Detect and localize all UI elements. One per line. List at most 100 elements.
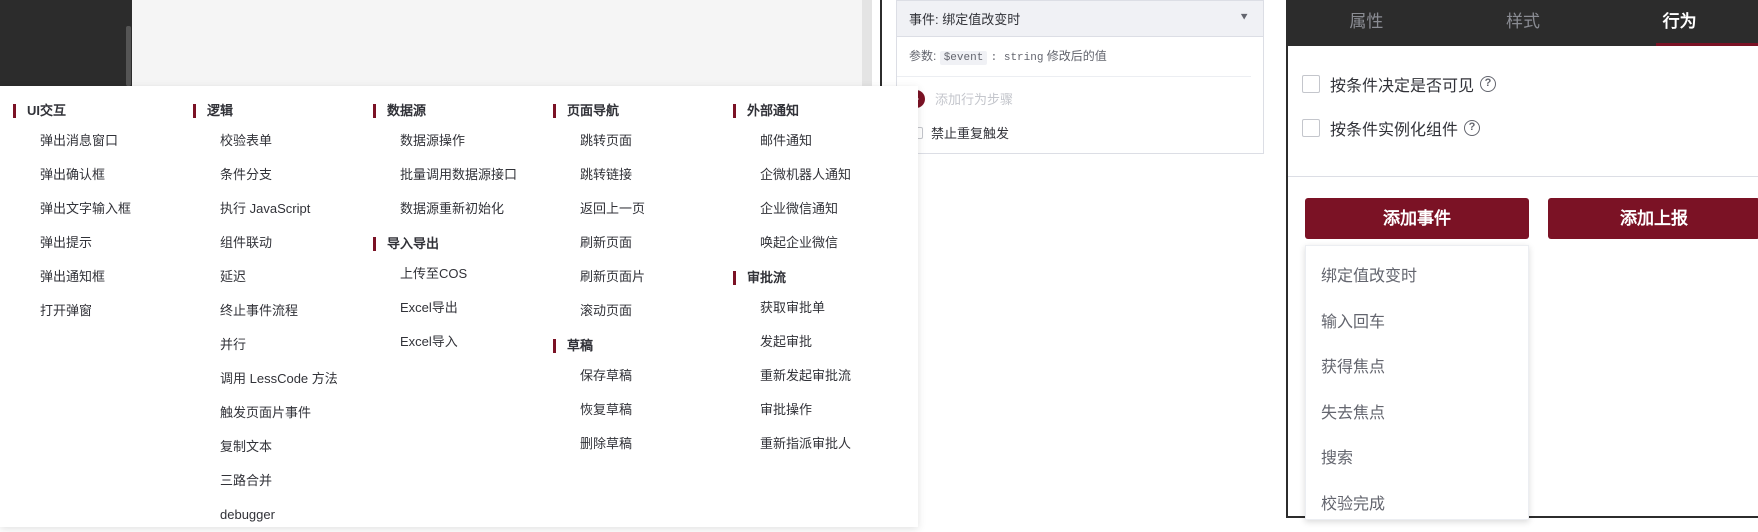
menu-item[interactable]: 弹出提示 [13, 226, 189, 260]
menu-item[interactable]: 删除草稿 [553, 427, 729, 461]
menu-item[interactable]: 滚动页面 [553, 294, 729, 328]
menu-item[interactable]: Excel导入 [373, 325, 549, 359]
option-instantiate[interactable]: 按条件实例化组件 ? [1302, 116, 1481, 140]
menu-group-title: 草稿 [553, 336, 729, 356]
menu-group: 页面导航跳转页面 跳转链接 返回上一页 刷新页面 刷新页面片 滚动页面 [553, 101, 729, 328]
tab-behavior[interactable]: 行为 [1601, 0, 1758, 46]
event-option[interactable]: 获得焦点 [1306, 345, 1528, 391]
menu-item[interactable]: Excel导出 [373, 291, 549, 325]
chevron-double-down-icon[interactable]: ⯆ [1239, 10, 1249, 25]
menu-item[interactable]: 组件联动 [193, 226, 369, 260]
divider [1288, 176, 1758, 177]
event-option[interactable]: 校验完成 [1306, 482, 1528, 528]
instantiate-checkbox[interactable] [1302, 119, 1320, 137]
event-option[interactable]: 失去焦点 [1306, 391, 1528, 437]
canvas-area [132, 0, 862, 86]
menu-item[interactable]: 弹出文字输入框 [13, 192, 189, 226]
menu-item[interactable]: 条件分支 [193, 158, 369, 192]
menu-item[interactable]: 企微机器人通知 [733, 158, 909, 192]
menu-column: 外部通知 邮件通知 企微机器人通知 企业微信通知 唤起企业微信 审批流 获取审批单 发起审批重… [733, 86, 909, 461]
sidebar-dark [0, 0, 132, 86]
event-card-header[interactable]: 事件: 绑定值改变时 ⯆ [897, 1, 1263, 37]
canvas-scrollbar-track[interactable] [862, 0, 872, 86]
param-type: : string [990, 52, 1044, 64]
event-option[interactable]: 搜索 [1306, 436, 1528, 482]
menu-item[interactable]: 审批操作 [733, 393, 909, 427]
menu-item[interactable]: 跳转页面 [553, 124, 729, 158]
menu-item[interactable]: 上传至COS [373, 257, 549, 291]
visible-checkbox[interactable] [1302, 75, 1320, 93]
menu-item[interactable]: 弹出通知框 [13, 260, 189, 294]
menu-item[interactable]: 返回上一页 [553, 192, 729, 226]
menu-item[interactable]: 刷新页面片 [553, 260, 729, 294]
menu-column: 页面导航跳转页面 跳转链接 返回上一页 刷新页面 刷新页面片 滚动页面草稿保存草稿 恢复草稿… [553, 86, 729, 461]
param-desc: 修改后的值 [1046, 49, 1107, 63]
menu-item[interactable]: 并行 [193, 328, 369, 362]
menu-group: 外部通知 邮件通知 企微机器人通知 企业微信通知 唤起企业微信 [733, 101, 909, 260]
menu-item[interactable]: 复制文本 [193, 430, 369, 464]
menu-group: 审批流获取审批单 发起审批 重新发起审批流 审批操作 重新指派审批人 [733, 268, 909, 461]
menu-item[interactable]: 批量调用数据源接口 [373, 158, 549, 192]
menu-item[interactable]: 延迟 [193, 260, 369, 294]
menu-group: 导入导出上传至COS Excel导出 Excel导入 [373, 234, 549, 359]
menu-item[interactable]: 保存草稿 [553, 359, 729, 393]
menu-group-title: UI交互 [13, 101, 189, 121]
tab-style[interactable]: 样式 [1445, 0, 1602, 46]
menu-item[interactable]: 终止事件流程 [193, 294, 369, 328]
option-visible[interactable]: 按条件决定是否可见 ? [1302, 72, 1497, 96]
no-repeat-option[interactable]: 禁止重复触发 [911, 123, 1009, 142]
param-name: $event [939, 51, 988, 65]
menu-item[interactable]: 重新指派审批人 [733, 427, 909, 461]
menu-group-title: 导入导出 [373, 234, 549, 254]
menu-item[interactable]: 重新发起审批流 [733, 359, 909, 393]
menu-item[interactable]: 三路合并 [193, 464, 369, 498]
right-panel: 属性 样式 行为 按条件决定是否可见 ? 按条件实例化组件 ? 添加事件 添加上… [1286, 0, 1758, 520]
event-option[interactable]: 输入回车 [1306, 300, 1528, 346]
menu-item[interactable]: 打开弹窗 [13, 294, 189, 328]
scrollbar[interactable] [126, 26, 131, 86]
menu-item[interactable]: 恢复草稿 [553, 393, 729, 427]
menu-item[interactable]: 发起审批 [733, 325, 909, 359]
menu-column: UI交互弹出消息窗口 弹出确认框 弹出文字输入框 弹出提示 弹出通知框 打开弹窗 [13, 86, 189, 328]
menu-item[interactable]: 执行 JavaScript [193, 192, 369, 226]
question-circle-icon[interactable]: ? [1480, 76, 1497, 92]
event-dropdown: 绑定值改变时 输入回车 获得焦点 失去焦点 搜索 校验完成 [1305, 245, 1529, 520]
menu-item[interactable]: 弹出消息窗口 [13, 124, 189, 158]
menu-item[interactable]: 调用 LessCode 方法 [193, 362, 369, 396]
menu-item[interactable]: 跳转链接 [553, 158, 729, 192]
menu-item[interactable]: 唤起企业微信 [733, 226, 909, 260]
event-option[interactable]: 绑定值改变时 [1306, 254, 1528, 300]
menu-item[interactable]: 邮件通知 [733, 124, 909, 158]
event-card: 事件: 绑定值改变时 ⯆ 参数: $event : string 修改后的值 添… [896, 0, 1264, 154]
add-report-button[interactable]: 添加上报 [1548, 198, 1758, 239]
menu-group-title: 审批流 [733, 268, 909, 288]
params-label: 参数: [909, 49, 937, 63]
menu-column: 数据源 数据源操作 批量调用数据源接口 数据源重新初始化 导入导出 上传至COS Excel… [373, 86, 549, 359]
menu-item[interactable]: 获取审批单 [733, 291, 909, 325]
event-params: 参数: $event : string 修改后的值 [897, 37, 1251, 77]
menu-group: 数据源 数据源操作 批量调用数据源接口 数据源重新初始化 [373, 101, 549, 226]
option-visible-label: 按条件决定是否可见 [1330, 78, 1475, 95]
menu-group: 草稿保存草稿 恢复草稿 删除草稿 [553, 336, 729, 461]
menu-column: 逻辑校验表单 条件分支 执行 JavaScript 组件联动 延迟 终止事件流程 并行 调用 … [193, 86, 369, 532]
menu-item[interactable]: 数据源重新初始化 [373, 192, 549, 226]
action-menu-popover: UI交互 弹出消息窗口 弹出确认框 弹出文字输入框 弹出提示 弹出通知框 打开弹窗 逻辑 校验表… [0, 86, 918, 527]
add-step-button[interactable]: 添加行为步骤 [907, 89, 1013, 108]
menu-item[interactable]: 弹出确认框 [13, 158, 189, 192]
question-circle-icon[interactable]: ? [1464, 120, 1481, 136]
menu-item[interactable]: 刷新页面 [553, 226, 729, 260]
event-title: 事件: 绑定值改变时 [909, 12, 1021, 27]
option-instantiate-label: 按条件实例化组件 [1330, 122, 1459, 139]
no-repeat-label: 禁止重复触发 [931, 126, 1010, 141]
menu-item[interactable]: 企业微信通知 [733, 192, 909, 226]
menu-group-title: 页面导航 [553, 101, 729, 121]
panel-tabs: 属性 样式 行为 [1288, 0, 1758, 46]
add-event-button[interactable]: 添加事件 [1305, 198, 1529, 239]
menu-group: 逻辑校验表单 条件分支 执行 JavaScript 组件联动 延迟 终止事件流程 并行 调用 … [193, 101, 369, 532]
menu-group-title: 逻辑 [193, 101, 369, 121]
menu-item[interactable]: 校验表单 [193, 124, 369, 158]
menu-item[interactable]: 触发页面片事件 [193, 396, 369, 430]
menu-item[interactable]: 数据源操作 [373, 124, 549, 158]
tab-properties[interactable]: 属性 [1288, 0, 1445, 46]
menu-group: UI交互弹出消息窗口 弹出确认框 弹出文字输入框 弹出提示 弹出通知框 打开弹窗 [13, 101, 189, 328]
